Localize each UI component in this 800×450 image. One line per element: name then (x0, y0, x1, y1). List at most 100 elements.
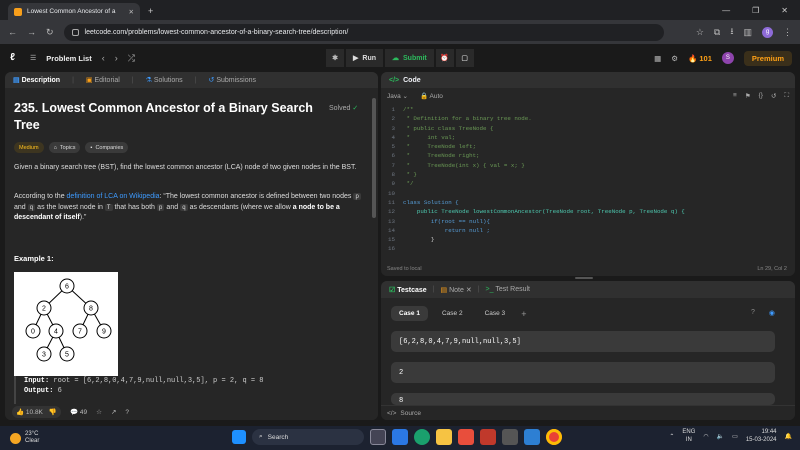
dislike-button[interactable]: 👎 (49, 408, 57, 416)
browser-tab[interactable]: Lowest Common Ancestor of a ✕ (8, 3, 140, 20)
vscode-icon[interactable] (524, 429, 540, 445)
source-button[interactable]: Source (400, 410, 421, 417)
downloads-icon[interactable]: ⭳ (730, 24, 733, 40)
volume-icon[interactable]: 🔈 (717, 433, 724, 440)
restore-icon[interactable]: ❐ (752, 6, 759, 15)
panel-resize-handle[interactable] (575, 277, 593, 279)
code-text: * } (403, 171, 417, 179)
favorite-star-icon[interactable]: ☆ (96, 408, 102, 416)
tab-note[interactable]: ▤ Note ✕ (441, 286, 472, 294)
lca-wikipedia-link[interactable]: definition of LCA on Wikipedia (67, 193, 160, 200)
weather-widget[interactable]: 23°C Clear (0, 431, 39, 445)
timer-button[interactable]: ⏰ (435, 49, 454, 67)
code-lines[interactable]: 1 /** 2 * Definition for a binary tree no… (381, 105, 791, 254)
debug-button[interactable]: ✱ (326, 49, 344, 67)
taskbar-search[interactable]: ⌕ Search (252, 429, 364, 445)
file-explorer-icon[interactable] (436, 429, 452, 445)
tab-submissions[interactable]: ↺ Submissions (208, 76, 256, 84)
windows-start-icon[interactable] (232, 430, 246, 444)
tab-testcase[interactable]: ☑ Testcase (389, 286, 427, 294)
help-icon[interactable]: ? (751, 309, 755, 317)
extensions-icon[interactable]: ⧉ (714, 27, 720, 38)
format-icon[interactable]: ≡ (733, 92, 737, 100)
notes-button[interactable]: ▢ (455, 49, 474, 67)
close-window-icon[interactable]: ✕ (781, 6, 788, 15)
share-icon[interactable]: ↗ (111, 408, 116, 416)
mcafee-icon[interactable] (480, 429, 496, 445)
close-icon[interactable]: ✕ (466, 287, 472, 294)
new-tab-icon[interactable]: + (148, 6, 153, 16)
desc-text: that has both (112, 203, 157, 211)
topics-label: Topics (59, 144, 76, 151)
battery-icon[interactable]: ▭ (732, 433, 738, 440)
leetcode-logo-icon[interactable]: ℓ (10, 52, 20, 64)
run-button[interactable]: ▶ Run (346, 49, 383, 67)
companies-tag[interactable]: ▪ Companies (85, 142, 129, 153)
fullscreen-icon[interactable]: ⛶ (784, 92, 789, 100)
line-number: 11 (388, 198, 395, 206)
tree-node-label: 7 (78, 329, 82, 336)
url-field[interactable]: leetcode.com/problems/lowest-common-ance… (63, 23, 664, 41)
scrollbar[interactable] (372, 98, 376, 218)
check-circle-icon: ✓ (352, 105, 359, 112)
user-avatar[interactable]: S (721, 52, 734, 64)
problem-list-link[interactable]: Problem List (46, 54, 91, 63)
testcase-input-p[interactable]: 2 (391, 362, 775, 383)
bookmark-star-icon[interactable]: ☆ (696, 27, 704, 38)
reload-icon[interactable]: ↻ (46, 27, 54, 38)
like-button[interactable]: 👍 10.8K (16, 408, 43, 416)
tab-test-result[interactable]: >_ Test Result (486, 286, 530, 293)
tab-editorial[interactable]: ▣ Editorial (86, 76, 120, 84)
testcase-tabs: ☑ Testcase | ▤ Note ✕ | >_ Test Result (381, 281, 795, 298)
office-icon[interactable] (458, 429, 474, 445)
widgets-icon[interactable] (392, 429, 408, 445)
add-case-icon[interactable]: + (521, 309, 526, 319)
bookmark-icon[interactable]: ⚑ (745, 92, 751, 100)
testcase-input-root[interactable]: [6,2,8,0,4,7,9,null,null,3,5] (391, 331, 775, 352)
topics-tag[interactable]: ⌂ Topics (48, 142, 81, 153)
language-select[interactable]: Java ⌄ (387, 92, 408, 100)
streak-counter[interactable]: 🔥 101 (688, 54, 712, 63)
edge-icon[interactable] (414, 429, 430, 445)
language-indicator[interactable]: ENG IN (682, 428, 695, 444)
braces-icon[interactable]: {} (759, 92, 763, 100)
wifi-icon[interactable]: ◠ (703, 433, 708, 440)
settings-gear-icon[interactable]: ⚙ (671, 54, 678, 63)
case-1-tab[interactable]: Case 1 (391, 306, 428, 321)
code-text: } (403, 236, 435, 244)
comments-button[interactable]: 💬 49 (70, 408, 87, 416)
premium-button[interactable]: Premium (743, 50, 792, 66)
profile-avatar[interactable]: g (762, 26, 773, 38)
submit-button[interactable]: ☁ Submit (385, 49, 434, 67)
site-info-icon[interactable] (71, 28, 79, 36)
store-icon[interactable] (502, 429, 518, 445)
next-problem-icon[interactable]: › (115, 53, 118, 63)
menu-icon[interactable]: ⋮ (783, 27, 792, 38)
sidebar-icon[interactable]: ▥ (743, 27, 752, 38)
back-icon[interactable]: ← (8, 27, 17, 37)
solved-label: Solved (329, 105, 351, 112)
layout-icon[interactable]: ▦ (654, 54, 661, 63)
notification-bell-icon[interactable]: 🔔 (785, 433, 792, 440)
testcase-input-q[interactable]: 8 (391, 393, 775, 405)
tab-description[interactable]: ▤ Description (13, 76, 60, 84)
shuffle-icon[interactable]: ⤮ (128, 53, 135, 64)
chrome-icon[interactable] (546, 429, 562, 445)
reset-icon[interactable]: ↺ (771, 92, 776, 100)
minimize-icon[interactable]: — (722, 6, 730, 15)
code-brackets-icon: </> (387, 409, 397, 417)
help-icon[interactable]: ? (125, 409, 129, 416)
chevron-up-icon[interactable]: ⌃ (669, 433, 674, 440)
clock[interactable]: 19:44 15-03-2024 (746, 428, 777, 444)
eye-icon[interactable]: ◉ (769, 309, 775, 317)
tab-solutions[interactable]: ⚗ Solutions (146, 76, 183, 84)
case-3-tab[interactable]: Case 3 (477, 306, 514, 321)
forward-icon[interactable]: → (27, 27, 36, 37)
case-2-tab[interactable]: Case 2 (434, 306, 471, 321)
desc-text: as descendants (where we allow (187, 203, 293, 211)
auto-mode-toggle[interactable]: 🔒 Auto (420, 92, 443, 100)
prev-problem-icon[interactable]: ‹ (102, 53, 105, 63)
problem-list-icon[interactable]: ☰ (30, 54, 36, 62)
task-view-icon[interactable] (370, 429, 386, 445)
close-tab-icon[interactable]: ✕ (129, 8, 134, 16)
